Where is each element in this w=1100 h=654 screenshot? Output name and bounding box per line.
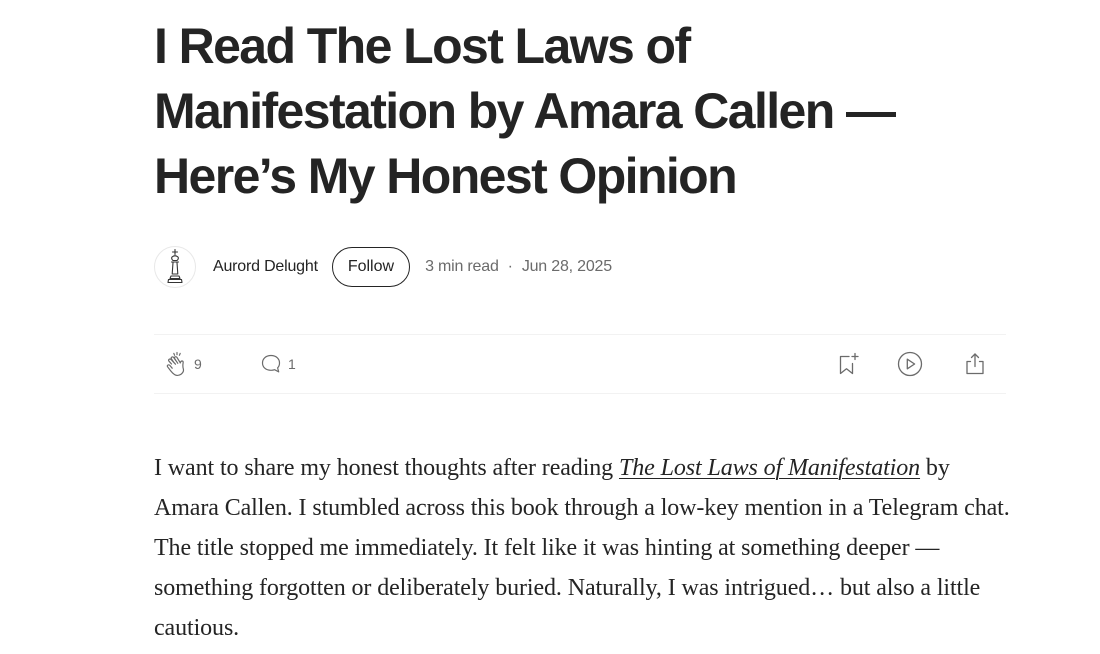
article: I Read The Lost Laws of Manifestation by…: [154, 0, 1010, 641]
article-body-paragraph: I want to share my honest thoughts after…: [154, 448, 1014, 648]
article-action-bar: 9 1: [154, 334, 1006, 394]
clap-count: 9: [194, 356, 202, 372]
clap-button[interactable]: 9: [164, 335, 202, 393]
share-button[interactable]: [961, 335, 989, 393]
meta-separator: ·: [507, 258, 513, 275]
share-icon: [966, 353, 984, 375]
chess-king-icon: [167, 248, 183, 284]
article-title: I Read The Lost Laws of Manifestation by…: [154, 18, 896, 204]
medium-article-page: I Read The Lost Laws of Manifestation by…: [0, 0, 1100, 654]
avatar[interactable]: [154, 246, 196, 288]
byline: Aurord Delught Follow 3 min read · Jun 2…: [154, 245, 612, 289]
body-text-rest: by Amara Callen. I stumbled across this …: [154, 455, 1010, 641]
listen-button[interactable]: [896, 335, 924, 393]
article-meta: 3 min read · Jun 28, 2025: [425, 258, 612, 276]
clap-icon: [166, 351, 185, 377]
play-circle-icon: [897, 351, 923, 377]
save-button[interactable]: [834, 335, 862, 393]
book-title-link[interactable]: The Lost Laws of Manifestation: [619, 455, 920, 481]
response-count: 1: [288, 356, 296, 372]
author-name[interactable]: Aurord Delught: [213, 258, 318, 276]
publish-date: Jun 28, 2025: [521, 258, 612, 275]
body-text-intro: I want to share my honest thoughts after…: [154, 455, 619, 481]
follow-button[interactable]: Follow: [331, 247, 411, 287]
read-time: 3 min read: [425, 258, 499, 275]
bookmark-add-icon: [839, 352, 859, 375]
comment-icon: [261, 354, 281, 373]
responses-button[interactable]: 1: [258, 335, 296, 393]
